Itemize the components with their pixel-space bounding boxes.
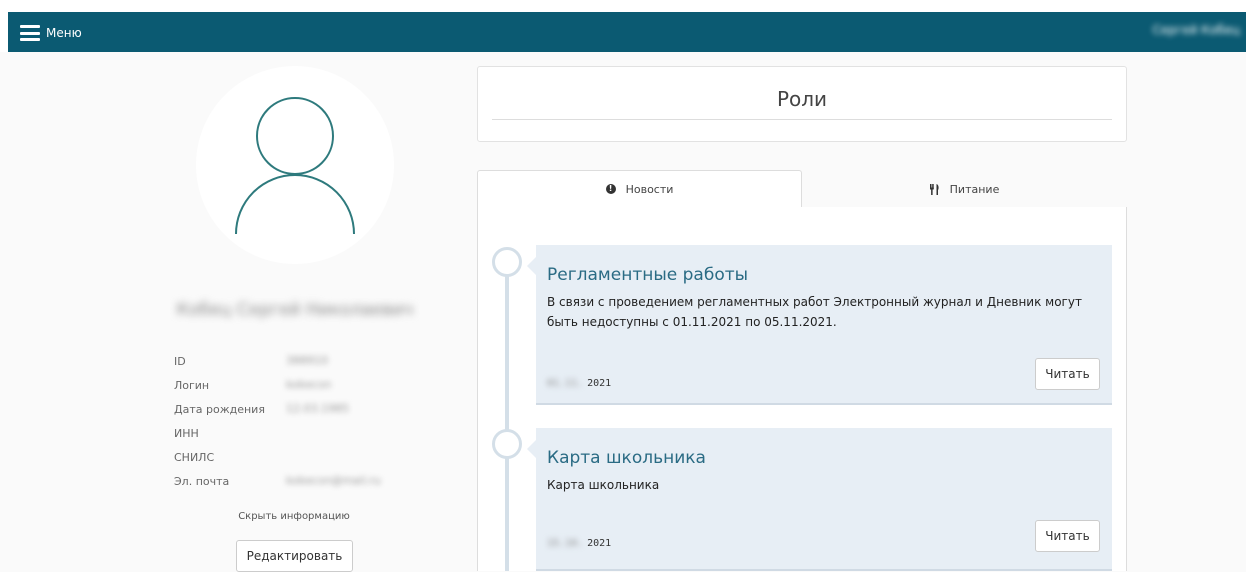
roles-card: Роли <box>477 66 1127 142</box>
tab-food[interactable]: Питание <box>802 170 1127 208</box>
info-value: 12.03.1985 <box>286 402 349 415</box>
read-button[interactable]: Читать <box>1035 358 1100 390</box>
info-value: kobecsn <box>286 378 332 391</box>
menu-label: Меню <box>46 26 82 40</box>
tabs-bar: ! Новости Питание <box>477 170 1127 208</box>
tab-label: Новости <box>625 182 674 196</box>
avatar <box>196 66 394 264</box>
info-row-birthdate: Дата рождения 12.03.1985 <box>174 400 414 424</box>
timeline-marker <box>492 429 522 459</box>
edit-profile-button[interactable]: Редактировать <box>236 540 353 572</box>
hide-info-link[interactable]: Скрыть информацию <box>224 511 364 522</box>
roles-title: Роли <box>776 87 828 111</box>
tab-label: Питание <box>949 182 1000 196</box>
news-title: Регламентные работы <box>547 265 749 285</box>
news-date: 01.11. 2021 <box>547 378 611 389</box>
news-text: Карта школьника <box>547 478 660 492</box>
top-bar: Меню Сергей Кобец <box>0 0 1246 52</box>
hamburger-icon <box>20 25 40 41</box>
read-button[interactable]: Читать <box>1035 520 1100 552</box>
news-card: Карта школьника Карта школьника 15.10. 20… <box>527 428 1112 571</box>
news-year: 2021 <box>587 378 612 389</box>
user-icon <box>235 97 355 235</box>
profile-info: ID 388910 Логин kobecsn Дата рождения 12… <box>174 352 414 496</box>
fork-knife-icon <box>929 183 940 195</box>
info-row-id: ID 388910 <box>174 352 414 376</box>
news-title: Карта школьника <box>547 448 706 468</box>
news-card: Регламентные работы В связи с проведение… <box>527 245 1112 405</box>
info-value: 388910 <box>286 354 328 367</box>
profile-full-name: Кобец Сергей Николаевич <box>176 300 414 320</box>
info-row-snils: СНИЛС <box>174 448 414 472</box>
news-text: В связи с проведением регламентных работ… <box>547 295 1082 329</box>
news-date-hidden: 01.11. <box>547 378 584 389</box>
exclamation-circle-icon: ! <box>605 184 616 194</box>
user-name[interactable]: Сергей Кобец <box>1153 23 1241 37</box>
tab-news[interactable]: ! Новости <box>477 170 802 208</box>
info-label: Эл. почта <box>174 475 230 488</box>
info-label: ИНН <box>174 427 199 440</box>
info-row-email: Эл. почта kobecsn@mail.ru <box>174 472 414 496</box>
news-year: 2021 <box>587 538 612 549</box>
info-label: Логин <box>174 379 210 392</box>
info-row-inn: ИНН <box>174 424 414 448</box>
info-label: СНИЛС <box>174 451 215 464</box>
menu-button[interactable]: Меню <box>20 22 82 44</box>
timeline-line <box>505 262 509 571</box>
news-date-hidden: 15.10. <box>547 538 584 549</box>
info-label: ID <box>174 355 186 368</box>
timeline-marker <box>492 247 522 277</box>
divider <box>492 119 1112 120</box>
info-label: Дата рождения <box>174 403 265 416</box>
info-value: kobecsn@mail.ru <box>286 474 381 487</box>
header-bar: Меню Сергей Кобец <box>8 12 1246 52</box>
news-date: 15.10. 2021 <box>547 538 611 549</box>
info-row-login: Логин kobecsn <box>174 376 414 400</box>
